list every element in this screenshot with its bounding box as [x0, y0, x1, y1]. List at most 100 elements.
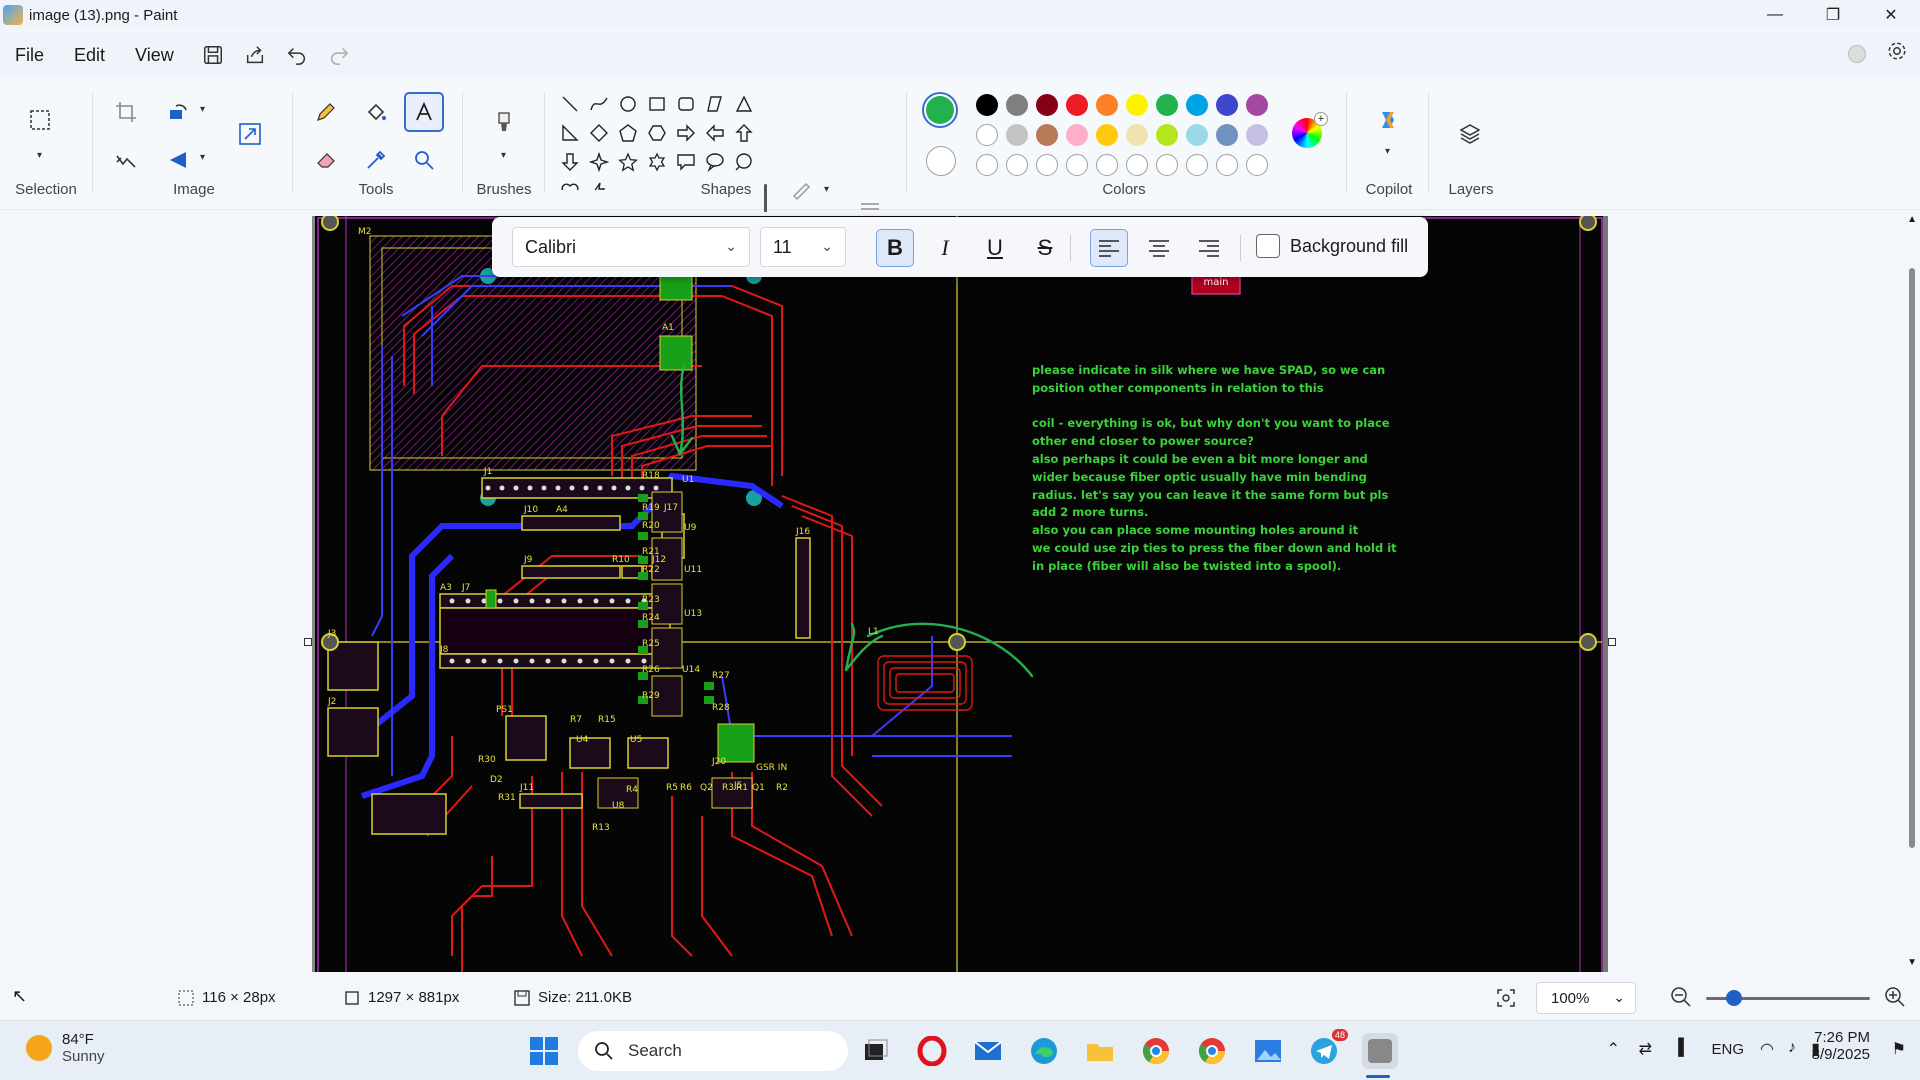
color-swatch[interactable] — [1096, 94, 1118, 116]
shape-six-point-star[interactable] — [643, 148, 671, 176]
font-size-select[interactable]: 11 ⌄ — [760, 227, 846, 267]
color-picker-tool[interactable] — [358, 142, 394, 178]
align-right-button[interactable] — [1190, 229, 1228, 267]
italic-button[interactable]: I — [926, 229, 964, 267]
custom-color-slot[interactable] — [1186, 154, 1208, 176]
share-button[interactable] — [237, 37, 273, 73]
color-swatch[interactable] — [1186, 124, 1208, 146]
edit-colors-button[interactable]: + — [1292, 112, 1328, 148]
brushes-button[interactable] — [486, 104, 522, 140]
shape-four-point-star[interactable] — [585, 148, 613, 176]
custom-color-slot[interactable] — [976, 154, 998, 176]
redo-button[interactable] — [321, 37, 357, 73]
color-swatch[interactable] — [1066, 124, 1088, 146]
custom-color-slot[interactable] — [1036, 154, 1058, 176]
edge-app[interactable] — [1026, 1033, 1062, 1069]
shape-cloud-callout[interactable] — [730, 148, 758, 176]
color-swatch[interactable] — [1216, 124, 1238, 146]
mail-app[interactable] — [970, 1033, 1006, 1069]
custom-color-slot[interactable] — [1006, 154, 1028, 176]
layers-button[interactable] — [1452, 116, 1488, 152]
flip-dropdown-icon[interactable]: ▾ — [200, 152, 205, 163]
fit-to-window-button[interactable] — [1496, 988, 1516, 1012]
shape-left-arrow[interactable] — [701, 119, 729, 147]
shape-rect-callout[interactable] — [672, 148, 700, 176]
scroll-up-icon[interactable]: ▲ — [1907, 214, 1917, 225]
background-fill-toggle[interactable]: Background fill — [1256, 234, 1408, 258]
shape-line[interactable] — [556, 90, 584, 118]
zoom-in-button[interactable] — [1884, 986, 1906, 1012]
start-button[interactable] — [526, 1033, 562, 1069]
menu-file[interactable]: File — [0, 45, 59, 66]
taskbar-search[interactable]: Search — [578, 1031, 848, 1071]
shape-right-arrow[interactable] — [672, 119, 700, 147]
task-view-button[interactable] — [858, 1033, 894, 1069]
weather-widget[interactable]: 84°F Sunny — [26, 1031, 105, 1065]
color-swatch[interactable] — [1006, 94, 1028, 116]
shape-up-arrow[interactable] — [730, 119, 758, 147]
color-swatch[interactable] — [1156, 94, 1178, 116]
color-swatch[interactable] — [1186, 94, 1208, 116]
shape-curve[interactable] — [585, 90, 613, 118]
shape-rectangle[interactable] — [643, 90, 671, 118]
shape-lightning[interactable] — [585, 177, 613, 190]
shape-heart[interactable] — [556, 177, 584, 190]
zoom-select[interactable]: 100% ⌄ — [1536, 982, 1636, 1014]
telegram-app[interactable]: 48 — [1306, 1029, 1348, 1069]
secondary-color[interactable] — [926, 146, 956, 176]
wifi-icon[interactable]: ◠ — [1760, 1039, 1774, 1059]
eraser-tool[interactable] — [308, 142, 344, 178]
resize-handle-left[interactable] — [304, 638, 312, 646]
rotate-button[interactable] — [160, 94, 196, 130]
color-swatch[interactable] — [1156, 124, 1178, 146]
photos-app[interactable] — [1250, 1033, 1286, 1069]
color-swatch[interactable] — [1216, 94, 1238, 116]
text-tool[interactable] — [404, 92, 444, 132]
custom-color-slot[interactable] — [1066, 154, 1088, 176]
close-button[interactable]: ✕ — [1862, 0, 1920, 30]
custom-color-slot[interactable] — [1156, 154, 1178, 176]
bold-button[interactable]: B — [876, 229, 914, 267]
network-settings-icon[interactable]: ⇄ — [1639, 1039, 1652, 1059]
pcb-image-canvas[interactable]: M2J195VA1J1J10A4J17R18U1R19R20U9J16J9R10… — [312, 216, 1608, 972]
remove-background-button[interactable] — [108, 142, 144, 178]
strikethrough-button[interactable]: S — [1026, 229, 1064, 267]
shape-oval-callout[interactable] — [701, 148, 729, 176]
shape-right-triangle[interactable] — [556, 119, 584, 147]
align-center-button[interactable] — [1140, 229, 1178, 267]
selection-tool[interactable] — [22, 102, 58, 138]
copilot-dropdown-icon[interactable]: ▾ — [1385, 146, 1390, 157]
opera-app[interactable] — [914, 1033, 950, 1069]
zoom-slider-thumb[interactable] — [1726, 990, 1742, 1006]
scroll-down-icon[interactable]: ▼ — [1907, 957, 1917, 968]
show-hidden-icons-chevron-up-icon[interactable]: ⌃ — [1607, 1039, 1620, 1059]
vertical-scrollbar[interactable]: ▲ ▼ — [1902, 212, 1920, 972]
volume-icon[interactable]: ♪ — [1788, 1039, 1796, 1057]
color-swatch[interactable] — [976, 124, 998, 146]
color-swatch[interactable] — [1246, 94, 1268, 116]
color-swatch[interactable] — [1066, 94, 1088, 116]
file-explorer-app[interactable] — [1082, 1033, 1118, 1069]
font-family-select[interactable]: Calibri ⌄ — [512, 227, 750, 267]
custom-color-slot[interactable] — [1246, 154, 1268, 176]
language-indicator[interactable]: ENG — [1711, 1041, 1744, 1058]
canvas-area[interactable]: M2J195VA1J1J10A4J17R18U1R19R20U9J16J9R10… — [0, 212, 1920, 972]
outline-button[interactable] — [784, 172, 820, 208]
pencil-tool[interactable] — [308, 94, 344, 130]
settings-button[interactable] — [1886, 40, 1908, 67]
custom-color-slot[interactable] — [1216, 154, 1238, 176]
clock[interactable]: 7:26 PM 8/9/2025 — [1812, 1029, 1870, 1063]
shape-polygon[interactable] — [701, 90, 729, 118]
shape-triangle[interactable] — [730, 90, 758, 118]
align-left-button[interactable] — [1090, 229, 1128, 267]
color-swatch[interactable] — [1126, 124, 1148, 146]
chrome-app-a[interactable] — [1194, 1033, 1230, 1069]
background-fill-checkbox[interactable] — [1256, 234, 1280, 258]
shape-pentagon[interactable] — [614, 119, 642, 147]
fill-tool[interactable] — [358, 94, 394, 130]
notifications-bell-icon[interactable]: ⚑ — [1892, 1039, 1906, 1059]
custom-color-slot[interactable] — [1126, 154, 1148, 176]
save-button[interactable] — [195, 37, 231, 73]
shape-five-point-star[interactable] — [614, 148, 642, 176]
color-swatch[interactable] — [1246, 124, 1268, 146]
